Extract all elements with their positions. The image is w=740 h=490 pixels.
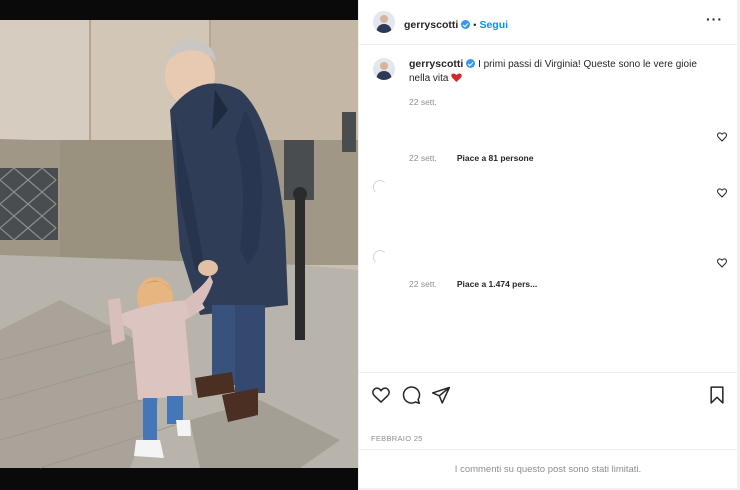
comment-likes[interactable]: Piace a 81 persone <box>457 153 534 163</box>
verified-badge-icon <box>466 59 476 68</box>
post-photo[interactable] <box>0 0 358 490</box>
action-bar <box>359 372 737 423</box>
like-heart-icon[interactable] <box>371 385 391 405</box>
save-bookmark-icon[interactable] <box>707 385 727 405</box>
author-username[interactable]: gerryscotti <box>404 19 458 31</box>
post-dialog: gerryscotti • Segui ··· gerryscotti I prim… <box>0 0 740 490</box>
caption-avatar[interactable] <box>373 58 395 80</box>
comments-limited-notice: I commenti su questo post sono stati lim… <box>359 449 737 489</box>
avatar-image <box>373 11 395 33</box>
comment-like-heart-icon[interactable] <box>717 258 727 268</box>
verified-badge-icon <box>461 20 471 29</box>
comment-timestamp[interactable]: 22 sett. <box>409 279 437 289</box>
comment-meta: 22 sett. Piace a 1.474 pers... <box>409 279 537 289</box>
post-caption: gerryscotti I primi passi di Virginia! Q… <box>409 57 709 86</box>
avatar-image <box>373 58 395 80</box>
post-header: gerryscotti • Segui ··· <box>359 0 737 45</box>
caption-timestamp[interactable]: 22 sett. <box>409 97 437 107</box>
author-avatar[interactable] <box>373 11 395 33</box>
post-side-panel: gerryscotti • Segui ··· gerryscotti I prim… <box>358 0 737 488</box>
comment-meta: 22 sett. Piace a 81 persone <box>409 153 533 163</box>
loading-avatar-icon <box>373 250 387 264</box>
comment-like-heart-icon[interactable] <box>717 188 727 198</box>
more-options-icon[interactable]: ··· <box>706 12 723 26</box>
post-date[interactable]: FEBBRAIO 25 <box>371 434 423 443</box>
heart-emoji-icon <box>451 73 462 82</box>
caption-username[interactable]: gerryscotti <box>409 58 463 70</box>
comment-likes[interactable]: Piace a 1.474 pers... <box>457 279 537 289</box>
separator-dot: • <box>473 20 477 30</box>
photo-illustration <box>0 0 358 490</box>
comment-timestamp[interactable]: 22 sett. <box>409 153 437 163</box>
comment-like-heart-icon[interactable] <box>717 132 727 142</box>
share-icon[interactable] <box>431 385 451 405</box>
follow-button[interactable]: Segui <box>479 19 508 31</box>
comment-icon[interactable] <box>401 385 421 405</box>
loading-avatar-icon <box>373 180 387 194</box>
